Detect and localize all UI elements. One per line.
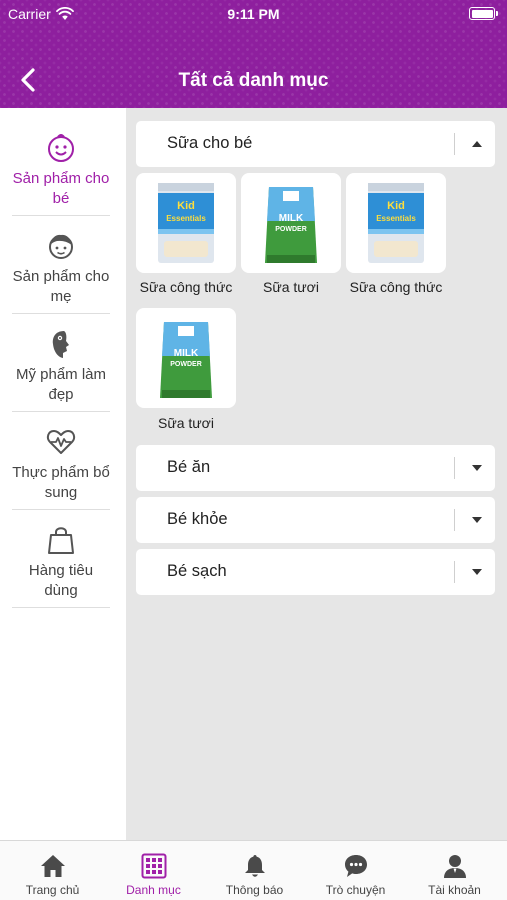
svg-text:Kid: Kid	[387, 200, 405, 212]
product-name: Sữa công thức	[139, 279, 233, 295]
user-icon	[442, 853, 468, 879]
product-card[interactable]: Kid Essentials	[136, 173, 236, 273]
svg-text:Kid: Kid	[177, 200, 195, 212]
battery-icon	[469, 7, 498, 20]
product-card[interactable]: MILK POWDER	[241, 173, 341, 273]
caret-down-icon[interactable]	[471, 566, 483, 578]
sidebar-item-label: Sản phẩm cho bé	[12, 170, 110, 207]
sidebar-item-label: Hàng tiêu dùng	[28, 562, 94, 599]
tab-account[interactable]: Tài khoản	[404, 841, 505, 900]
sidebar-item-cosmetics[interactable]: Mỹ phẩm làm đẹp	[12, 314, 110, 412]
category-sidebar: Sản phẩm cho bé Sản phẩm cho mẹ Mỹ phẩm …	[0, 108, 126, 840]
category-header-be-khoe[interactable]: Bé khỏe	[136, 497, 495, 543]
sidebar-item-label: Sản phẩm cho mẹ	[12, 268, 110, 305]
divider	[454, 509, 455, 531]
home-icon	[40, 853, 66, 879]
product-card[interactable]: Kid Essentials	[346, 173, 446, 273]
app-header: Carrier 9:11 PM Tất cả danh mục	[0, 0, 507, 108]
tab-chat[interactable]: Trò chuyện	[305, 841, 406, 900]
svg-text:POWDER: POWDER	[275, 226, 307, 233]
formula-milk-can-image: Kid Essentials	[368, 183, 424, 263]
heart-pulse-icon	[45, 426, 77, 458]
sidebar-item-consumer-goods[interactable]: Hàng tiêu dùng	[12, 510, 110, 608]
page-title: Tất cả danh mục	[178, 70, 329, 91]
caret-up-icon[interactable]	[471, 138, 483, 150]
category-label: Bé sạch	[167, 562, 227, 580]
sidebar-item-mother-products[interactable]: Sản phẩm cho mẹ	[12, 216, 110, 314]
svg-text:POWDER: POWDER	[170, 361, 202, 368]
category-label: Bé ăn	[167, 458, 211, 476]
product-name: Sữa tươi	[263, 279, 319, 295]
status-time: 9:11 PM	[227, 6, 280, 22]
category-header-baby-milk[interactable]: Sữa cho bé	[136, 121, 495, 167]
shopping-bag-icon	[45, 524, 77, 556]
sidebar-item-baby-products[interactable]: Sản phẩm cho bé	[12, 118, 110, 216]
category-header-be-an[interactable]: Bé ăn	[136, 445, 495, 491]
category-content: Sữa cho bé Kid Essentials Sữa công thức …	[126, 108, 507, 840]
woman-profile-icon	[45, 328, 77, 360]
tab-home[interactable]: Trang chủ	[2, 841, 103, 900]
divider	[454, 561, 455, 583]
svg-text:MILK: MILK	[279, 213, 304, 224]
tab-categories[interactable]: Danh mục	[103, 841, 204, 900]
status-bar: Carrier 9:11 PM	[0, 0, 507, 28]
sidebar-item-label: Thực phẩm bổ sung	[12, 464, 110, 501]
category-header-be-sach[interactable]: Bé sạch	[136, 549, 495, 595]
chat-bubble-icon	[343, 853, 369, 879]
svg-text:MILK: MILK	[174, 348, 199, 359]
tab-label: Trang chủ	[25, 883, 80, 897]
formula-milk-can-image: Kid Essentials	[158, 183, 214, 263]
svg-text:Essentials: Essentials	[166, 214, 206, 223]
bottom-tab-bar: Trang chủ Danh mục Thông báo Trò chuyện …	[0, 840, 507, 900]
product-name: Sữa công thức	[349, 279, 443, 295]
milk-powder-bag-image: MILK POWDER	[265, 187, 317, 263]
baby-face-icon	[45, 132, 77, 164]
tab-label: Trò chuyện	[325, 883, 386, 897]
tab-label: Danh mục	[126, 883, 181, 897]
mother-face-icon	[45, 230, 77, 262]
product-card[interactable]: MILK POWDER	[136, 308, 236, 408]
category-label: Sữa cho bé	[167, 134, 253, 152]
divider	[454, 133, 455, 155]
sidebar-item-supplements[interactable]: Thực phẩm bổ sung	[12, 412, 110, 510]
category-label: Bé khỏe	[167, 510, 228, 528]
grid-icon	[141, 853, 167, 879]
sidebar-item-label: Mỹ phẩm làm đẹp	[15, 366, 107, 403]
product-name: Sữa tươi	[158, 415, 214, 431]
tab-notifications[interactable]: Thông báo	[204, 841, 305, 900]
caret-down-icon[interactable]	[471, 462, 483, 474]
divider	[454, 457, 455, 479]
tab-label: Tài khoản	[428, 883, 481, 897]
tab-label: Thông báo	[225, 883, 284, 897]
bell-icon	[242, 853, 268, 879]
milk-powder-bag-image: MILK POWDER	[160, 322, 212, 398]
caret-down-icon[interactable]	[471, 514, 483, 526]
svg-text:Essentials: Essentials	[376, 214, 416, 223]
